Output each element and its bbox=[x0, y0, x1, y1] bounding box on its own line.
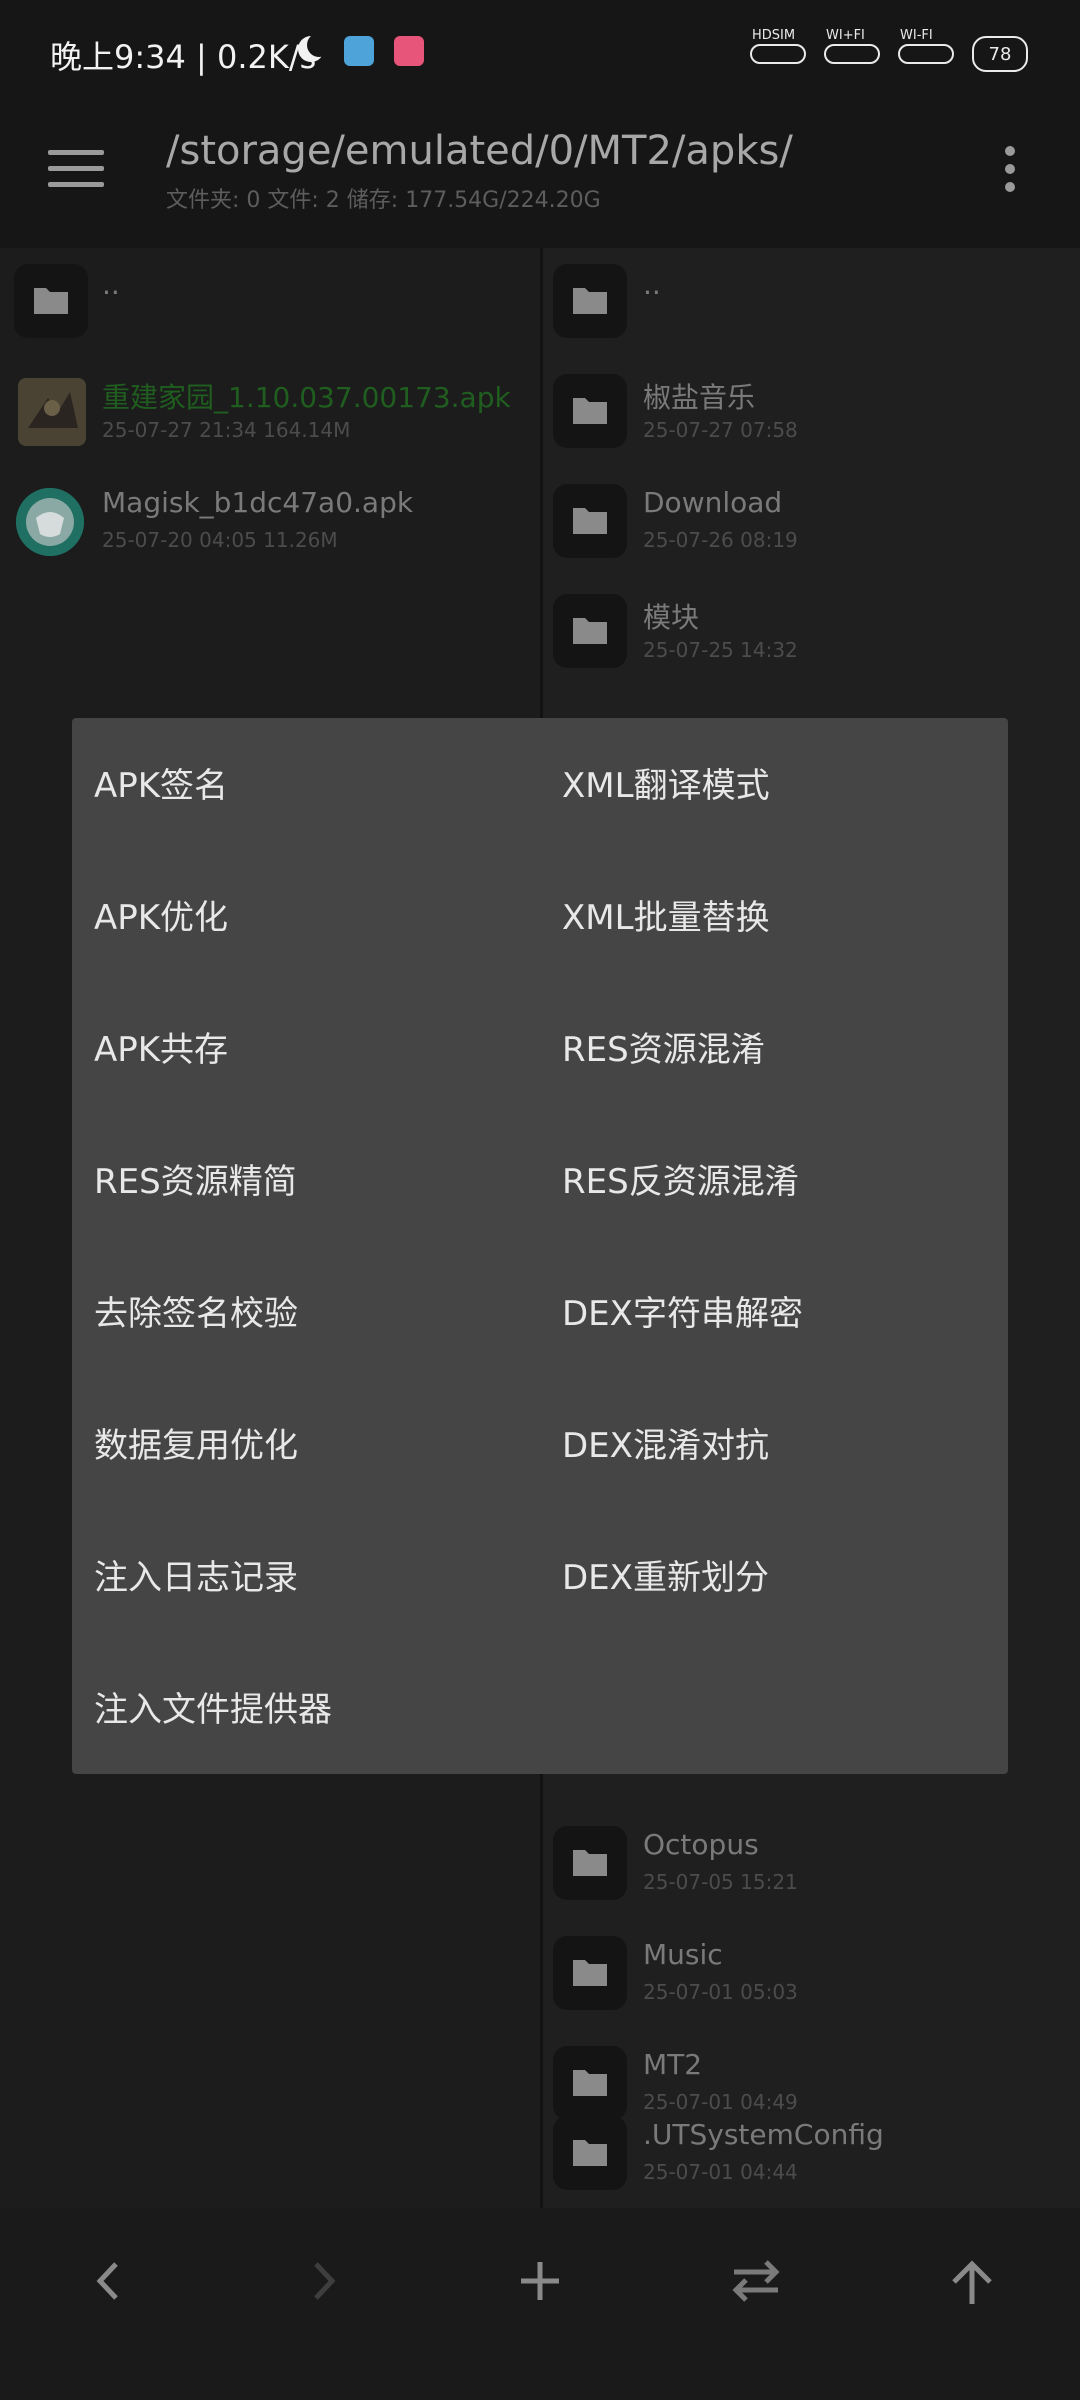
file-name: 重建家园_1.10.037.00173.apk bbox=[102, 381, 511, 414]
file-meta: 25-07-27 21:34 164.14M bbox=[102, 418, 351, 442]
menu-apk-coexist[interactable]: APK共存 bbox=[94, 1022, 228, 1071]
status-notification-icons bbox=[298, 33, 424, 66]
apk-tools-dialog[interactable]: APK签名 APK优化 APK共存 RES资源精简 去除签名校验 数据复用优化 … bbox=[72, 718, 1008, 1774]
menu-inject-logging[interactable]: 注入日志记录 bbox=[94, 1550, 298, 1599]
menu-xml-translate-mode[interactable]: XML翻译模式 bbox=[562, 758, 770, 807]
file-meta: 25-07-20 04:05 11.26M bbox=[102, 528, 338, 552]
list-item[interactable]: Octopus 25-07-05 15:21 bbox=[543, 1810, 1080, 1910]
menu-icon[interactable] bbox=[48, 150, 104, 188]
folder-meta: 25-07-01 05:03 bbox=[643, 1980, 798, 2004]
menu-inject-file-provider[interactable]: 注入文件提供器 bbox=[94, 1682, 332, 1731]
sim-signal-icon: HDSIM bbox=[750, 28, 806, 64]
list-item[interactable]: 椒盐音乐 25-07-27 07:58 bbox=[543, 358, 1080, 458]
folder-icon bbox=[553, 484, 627, 558]
folder-icon bbox=[553, 374, 627, 448]
parent-directory-item[interactable]: .. bbox=[0, 248, 540, 348]
list-item[interactable]: .UTSystemConfig 25-07-01 04:44 bbox=[543, 2100, 1080, 2208]
menu-res-shrink[interactable]: RES资源精简 bbox=[94, 1154, 297, 1203]
menu-dex-redivide[interactable]: DEX重新划分 bbox=[562, 1550, 769, 1599]
menu-apk-sign[interactable]: APK签名 bbox=[94, 758, 228, 807]
folder-name: Music bbox=[643, 1938, 723, 1971]
folder-icon bbox=[553, 1936, 627, 2010]
magisk-icon bbox=[16, 488, 84, 556]
menu-dex-string-decrypt[interactable]: DEX字符串解密 bbox=[562, 1286, 803, 1335]
current-path: /storage/emulated/0/MT2/apks/ bbox=[166, 128, 793, 174]
do-not-disturb-icon bbox=[298, 33, 331, 62]
folder-meta: 25-07-05 15:21 bbox=[643, 1870, 798, 1894]
storage-info: 文件夹: 0 文件: 2 储存: 177.54G/224.20G bbox=[166, 188, 601, 213]
menu-xml-batch-replace[interactable]: XML批量替换 bbox=[562, 890, 770, 939]
folder-name: Octopus bbox=[643, 1828, 759, 1861]
app-toolbar bbox=[0, 100, 1080, 248]
more-vert-icon[interactable] bbox=[1005, 146, 1017, 196]
status-bar: 晚上9:34 | 0.2K/s HDSIM WI+FI WI-FI 78 bbox=[0, 0, 1080, 100]
folder-icon bbox=[14, 264, 88, 338]
list-item[interactable]: 重建家园_1.10.037.00173.apk 25-07-27 21:34 1… bbox=[0, 358, 540, 458]
folder-meta: 25-07-01 04:44 bbox=[643, 2160, 798, 2184]
wifi-plus-icon: WI+FI bbox=[824, 28, 880, 64]
parent-directory-item[interactable]: .. bbox=[543, 248, 1080, 348]
list-item[interactable]: Magisk_b1dc47a0.apk 25-07-20 04:05 11.26… bbox=[0, 468, 540, 568]
status-time: 晚上9:34 | 0.2K/s bbox=[50, 38, 317, 76]
folder-icon bbox=[553, 264, 627, 338]
list-item[interactable]: Download 25-07-26 08:19 bbox=[543, 468, 1080, 568]
menu-res-deobfuscate[interactable]: RES反资源混淆 bbox=[562, 1154, 799, 1203]
menu-dex-anti-obfuscation[interactable]: DEX混淆对抗 bbox=[562, 1418, 769, 1467]
folder-icon bbox=[553, 594, 627, 668]
battery-icon: 78 bbox=[972, 36, 1028, 72]
forward-icon[interactable] bbox=[306, 2258, 342, 2308]
apk-icon bbox=[18, 378, 86, 446]
file-name: Magisk_b1dc47a0.apk bbox=[102, 486, 414, 519]
bilibili-icon bbox=[394, 36, 424, 66]
list-item[interactable]: Music 25-07-01 05:03 bbox=[543, 1920, 1080, 2020]
parent-label: .. bbox=[102, 268, 120, 301]
app-notification-icon bbox=[344, 36, 374, 66]
folder-meta: 25-07-26 08:19 bbox=[643, 528, 798, 552]
folder-name: Download bbox=[643, 486, 783, 519]
folder-name: MT2 bbox=[643, 2048, 703, 2081]
parent-label: .. bbox=[643, 268, 661, 301]
up-icon[interactable] bbox=[948, 2258, 996, 2312]
folder-meta: 25-07-27 07:58 bbox=[643, 418, 798, 442]
folder-meta: 25-07-25 14:32 bbox=[643, 638, 798, 662]
folder-name: 模块 bbox=[643, 601, 700, 634]
wifi-icon: WI-FI bbox=[898, 28, 954, 64]
folder-name: .UTSystemConfig bbox=[643, 2118, 884, 2151]
bottom-action-bar bbox=[0, 2208, 1080, 2400]
folder-icon bbox=[553, 1826, 627, 1900]
folder-icon bbox=[553, 2116, 627, 2190]
menu-remove-signature-check[interactable]: 去除签名校验 bbox=[94, 1286, 298, 1335]
status-system-icons: HDSIM WI+FI WI-FI 78 bbox=[750, 28, 1028, 72]
folder-name: 椒盐音乐 bbox=[643, 381, 756, 414]
list-item[interactable]: 模块 25-07-25 14:32 bbox=[543, 578, 1080, 678]
swap-icon[interactable] bbox=[728, 2258, 784, 2308]
menu-apk-optimize[interactable]: APK优化 bbox=[94, 890, 228, 939]
back-icon[interactable] bbox=[90, 2258, 126, 2308]
add-icon[interactable] bbox=[518, 2258, 562, 2308]
menu-res-obfuscate[interactable]: RES资源混淆 bbox=[562, 1022, 765, 1071]
menu-data-reuse-optimize[interactable]: 数据复用优化 bbox=[94, 1418, 298, 1467]
